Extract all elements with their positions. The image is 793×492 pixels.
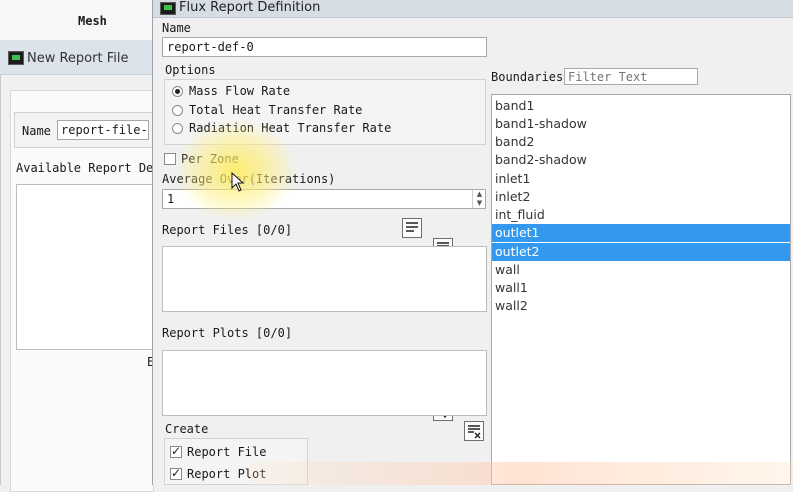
deselect-all-button[interactable]: [464, 421, 484, 441]
boundary-item[interactable]: wall2: [492, 297, 790, 315]
checkbox-checked-icon[interactable]: [170, 444, 182, 458]
radio-selected-icon[interactable]: [172, 85, 183, 97]
boundary-item[interactable]: band1: [492, 97, 790, 115]
boundary-item[interactable]: wall: [492, 261, 790, 279]
options-label: Options: [165, 63, 216, 77]
report-plots-label: Report Plots [0/0]: [162, 326, 293, 340]
boundary-item[interactable]: band2: [492, 133, 790, 151]
boundary-item-selected[interactable]: outlet1: [492, 224, 790, 242]
list-icon: [406, 222, 418, 232]
checkbox-unchecked-icon[interactable]: [164, 153, 176, 165]
boundary-item[interactable]: wall1: [492, 279, 790, 297]
new-report-file-name-label: Name: [22, 124, 51, 138]
option-label: Radiation Heat Transfer Rate: [189, 121, 392, 135]
mesh-label: Mesh: [78, 14, 107, 28]
boundary-item[interactable]: band2-shadow: [492, 151, 790, 169]
boundary-item[interactable]: int_fluid: [492, 206, 790, 224]
name-input[interactable]: report-def-0: [162, 37, 487, 57]
create-report-file-label: Report File: [187, 445, 267, 459]
option-label: Mass Flow Rate: [189, 84, 291, 98]
app-icon: [8, 51, 24, 65]
report-plots-list[interactable]: [162, 350, 487, 416]
dialog-title: Flux Report Definition: [179, 0, 321, 15]
radio-unselected-icon[interactable]: [172, 104, 183, 116]
new-report-file-title: New Report File: [27, 51, 129, 66]
average-over-input[interactable]: 1: [162, 189, 486, 209]
radio-unselected-icon[interactable]: [172, 122, 183, 134]
boundaries-label: Boundaries: [491, 70, 564, 84]
report-files-list[interactable]: [162, 246, 487, 312]
per-zone-checkbox[interactable]: Per Zone: [164, 152, 239, 166]
boundary-item[interactable]: inlet2: [492, 188, 790, 206]
option-mass-flow-rate[interactable]: Mass Flow Rate: [172, 84, 290, 98]
average-over-label: Average Over(Iterations): [162, 172, 336, 186]
option-radiation-heat-transfer-rate[interactable]: Radiation Heat Transfer Rate: [172, 121, 391, 135]
app-icon: [160, 2, 176, 15]
create-report-plot-checkbox[interactable]: Report Plot: [170, 466, 267, 481]
background-mesh-area: [0, 0, 152, 40]
spinner-arrows-icon[interactable]: ▲ ▼: [472, 190, 486, 208]
select-all-button[interactable]: [402, 218, 422, 238]
checkbox-checked-icon[interactable]: [170, 466, 182, 480]
option-total-heat-transfer-rate[interactable]: Total Heat Transfer Rate: [172, 103, 362, 117]
boundary-item-selected[interactable]: outlet2: [492, 243, 790, 261]
option-label: Total Heat Transfer Rate: [189, 103, 363, 117]
create-label: Create: [165, 422, 209, 436]
boundary-item[interactable]: band1-shadow: [492, 115, 790, 133]
available-report-definitions-list[interactable]: [16, 184, 154, 350]
report-files-label: Report Files [0/0]: [162, 223, 293, 237]
create-report-file-checkbox[interactable]: Report File: [170, 444, 267, 459]
new-report-file-name-input[interactable]: report-file-0: [57, 120, 149, 140]
boundaries-filter-input[interactable]: [564, 68, 698, 85]
boundary-item[interactable]: inlet1: [492, 170, 790, 188]
per-zone-label: Per Zone: [181, 152, 239, 166]
create-report-plot-label: Report Plot: [187, 467, 267, 481]
name-label: Name: [162, 21, 191, 35]
list-clear-icon: [468, 425, 481, 439]
